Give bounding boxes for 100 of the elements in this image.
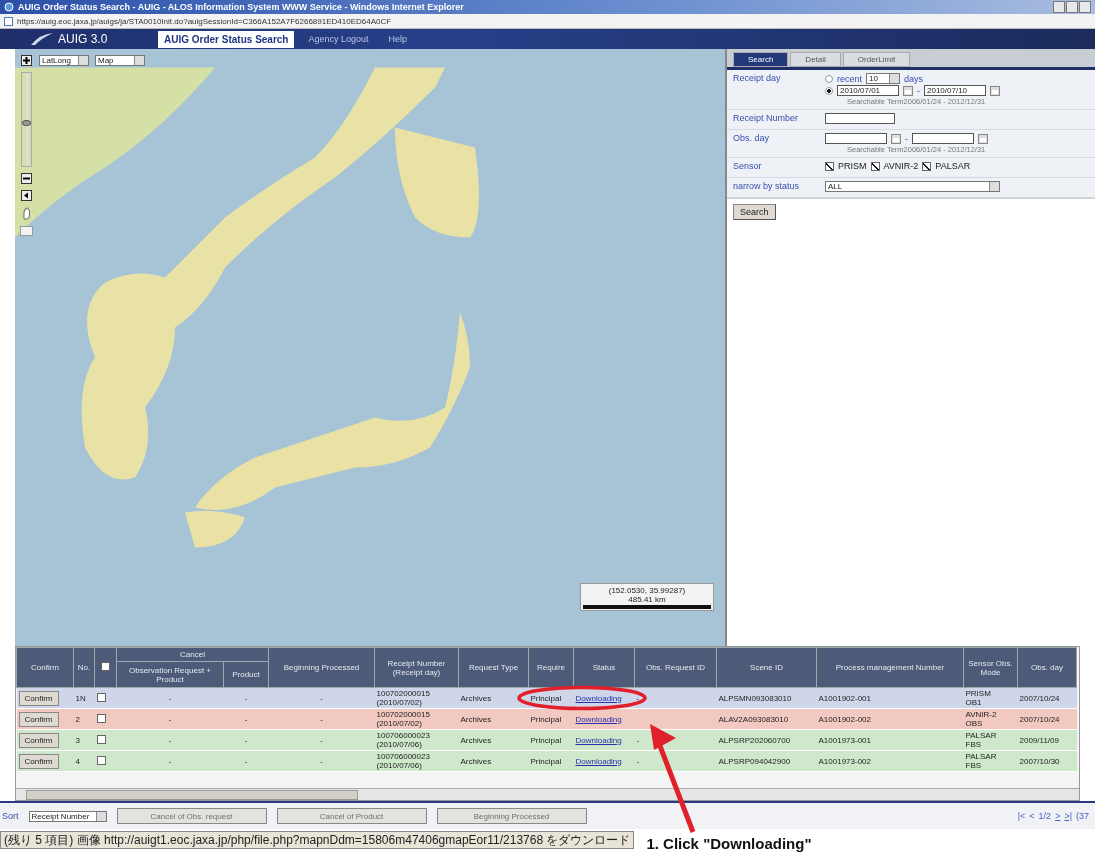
field-label: narrow by status <box>733 181 801 191</box>
radio-button[interactable] <box>825 86 833 95</box>
status-link[interactable]: Downloading <box>575 756 622 766</box>
status-select[interactable]: ALL <box>825 181 1000 192</box>
projection-select[interactable]: LatLong <box>39 55 89 66</box>
search-button[interactable]: Search <box>733 204 776 220</box>
table-cell: - <box>268 729 375 751</box>
column-header: Obs. Request ID <box>634 647 717 688</box>
checkbox-label: PALSAR <box>935 161 971 171</box>
table-cell: PALSAR FBS <box>965 752 997 770</box>
column-header: Status <box>573 647 635 688</box>
range-separator: - <box>905 133 908 144</box>
panel-tab[interactable]: Detail <box>790 52 841 67</box>
address-bar[interactable]: https://auig.eoc.jaxa.jp/auigs/ja/STA0010Init.do?auigSessionId=C366A152A7F6266891ED410ED64A0CF <box>0 14 1095 29</box>
status-link[interactable]: Downloading <box>575 735 622 745</box>
table-cell: 100706000023 (2010/07/06) <box>376 752 430 770</box>
table-cell: Principal <box>528 708 574 730</box>
date-field[interactable]: 2010/07/01 <box>837 85 899 96</box>
table-cell: Principal <box>528 729 574 751</box>
calendar-icon <box>903 85 913 96</box>
date-field[interactable]: 2010/07/10 <box>924 85 986 96</box>
table-cell: ALAV2A093083010 <box>716 708 817 730</box>
column-header: Receipt Number (Receipt day) <box>374 647 459 688</box>
select-all-checkbox[interactable] <box>101 662 110 671</box>
next-page-link[interactable]: > <box>1055 811 1061 821</box>
column-header: No. <box>73 647 95 688</box>
table-cell: ALPSRP094042900 <box>716 750 817 772</box>
option-label: recent <box>837 73 862 84</box>
confirm-button[interactable]: Confirm <box>18 753 59 769</box>
table-cell: - <box>634 750 717 772</box>
column-header: Obs. day <box>1017 647 1077 688</box>
table-cell: 2007/10/30 <box>1017 750 1077 772</box>
panel-tab[interactable]: Search <box>733 52 789 67</box>
row-checkbox[interactable] <box>96 755 106 765</box>
minimize-button[interactable] <box>1053 1 1065 13</box>
confirm-button[interactable]: Confirm <box>18 732 59 748</box>
layer-select[interactable]: Map <box>95 55 145 66</box>
column-header: Request Type <box>458 647 529 688</box>
column-group-header: Cancel <box>116 647 269 662</box>
table-row[interactable]: Confirm 4 - - - 100706000023 (2010/07/06) Archives Principal Downloading - ALPSRP094042900 A1001973-002 PALSAR FBS 2007/10/30 <box>16 750 1077 772</box>
table-cell: 3 <box>73 729 95 751</box>
row-checkbox[interactable] <box>96 713 106 723</box>
date-field[interactable] <box>825 133 887 144</box>
nav-tab[interactable]: Help <box>382 31 414 47</box>
nav-tab[interactable]: Agency Logout <box>302 31 375 47</box>
row-checkbox[interactable] <box>96 734 106 744</box>
checkbox[interactable] <box>870 161 880 171</box>
confirm-button[interactable]: Confirm <box>18 711 59 727</box>
table-cell: A1001902-002 <box>816 708 964 730</box>
previous-page-link[interactable]: < <box>1029 811 1035 821</box>
date-field[interactable] <box>912 133 974 144</box>
days-select[interactable]: 10 <box>866 73 900 84</box>
field-label: Receipt day <box>733 73 782 83</box>
coordinates-text: (152.0530, 35.99287) <box>608 586 686 595</box>
status-link[interactable]: Downloading <box>575 693 622 703</box>
checkbox[interactable] <box>922 161 932 171</box>
hand-icon <box>21 207 32 220</box>
maximize-button[interactable] <box>1066 1 1078 13</box>
receipt-number-field[interactable] <box>825 113 895 124</box>
table-cell: 100702000015 (2010/07/02) <box>376 689 430 707</box>
table-cell: - <box>268 687 375 709</box>
close-button[interactable] <box>1079 1 1091 13</box>
table-cell: - <box>116 750 224 772</box>
nav-tab[interactable]: AUIG Order Status Search <box>158 30 295 48</box>
row-checkbox[interactable] <box>96 692 106 702</box>
checkbox-label: AVNIR-2 <box>883 161 919 171</box>
column-header: Confirm <box>16 647 74 688</box>
slider-thumb[interactable] <box>22 119 31 126</box>
status-bar: (残り 5 項目) 画像 http://auigt1.eoc.jaxa.jp/php/file.php?mapnDdm=15806m47406gmapEor11/213768 をダウンロード <box>0 831 635 849</box>
sort-select[interactable]: Receipt Number <box>28 810 107 822</box>
table-cell: PALSAR FBS <box>965 731 997 749</box>
window-title: AUIG Order Status Search - AUIG - ALOS Information System WWW Service - Windows Internet Explorer <box>18 2 464 12</box>
page-icon <box>4 16 13 26</box>
first-page-link[interactable]: |< <box>1017 811 1026 821</box>
rectangle-select-icon <box>20 226 33 236</box>
radio-button[interactable] <box>825 74 833 83</box>
sort-label: Sort <box>2 811 19 821</box>
record-count: (37 <box>1076 811 1089 821</box>
confirm-button[interactable]: Confirm <box>18 690 59 706</box>
table-cell: - <box>116 687 224 709</box>
logo-text: AUIG 3.0 <box>58 32 108 46</box>
checkbox[interactable] <box>825 161 834 171</box>
range-separator: - <box>917 85 920 96</box>
status-link[interactable]: Downloading <box>575 714 622 724</box>
table-cell: Archives <box>458 708 529 730</box>
satellite-swoosh-icon <box>30 32 54 46</box>
zoom-slider[interactable] <box>21 72 32 167</box>
table-cell: 2007/10/24 <box>1017 687 1077 709</box>
last-page-link[interactable]: >| <box>1064 811 1072 821</box>
browser-icon <box>4 2 14 12</box>
horizontal-scrollbar[interactable] <box>16 788 1079 800</box>
calendar-icon <box>978 133 988 144</box>
unit-label: days <box>904 73 924 84</box>
table-cell: - <box>223 708 269 730</box>
table-cell: - <box>268 708 375 730</box>
panel-tab[interactable]: OrderLimit <box>842 52 911 67</box>
table-cell: Archives <box>458 687 529 709</box>
table-cell: - <box>634 687 717 709</box>
field-label: Obs. day <box>733 133 771 143</box>
table-row[interactable]: Confirm 2 - - - 100702000015 (2010/07/02) Archives Principal Downloading ALAV2A093083010 A1001902-002 AVNIR-2 OBS 2007/10/24 <box>16 708 1077 730</box>
